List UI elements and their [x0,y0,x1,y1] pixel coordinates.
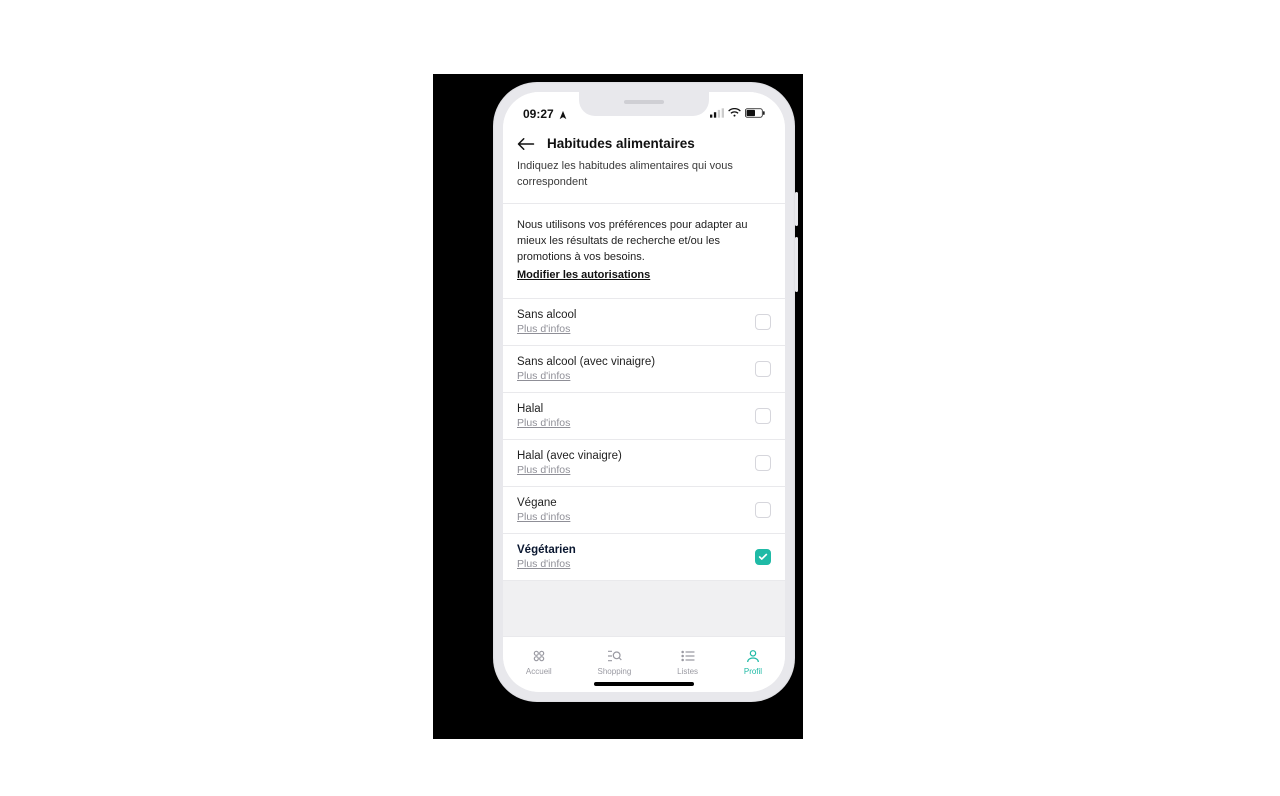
checkbox[interactable] [755,455,771,471]
wifi-icon [728,107,741,121]
tab-label: Profil [744,667,762,676]
more-info-link[interactable]: Plus d'infos [517,558,576,570]
option-label: Végane [517,497,570,509]
option-row-sans-alcool[interactable]: Sans alcool Plus d'infos [503,299,785,346]
option-label: Sans alcool (avec vinaigre) [517,356,655,368]
status-time: 09:27 [523,107,554,121]
edit-permissions-link[interactable]: Modifier les autorisations [517,268,650,284]
status-icons [710,107,765,121]
more-info-link[interactable]: Plus d'infos [517,323,576,335]
page-subtitle: Indiquez les habitudes alimentaires qui … [503,159,785,204]
home-icon [531,648,547,664]
option-row-vegane[interactable]: Végane Plus d'infos [503,487,785,534]
tab-profile[interactable]: Profil [744,648,762,676]
phone-shell: 09:27 Habitudes aliment [493,82,795,702]
more-info-link[interactable]: Plus d'infos [517,370,655,382]
checkbox-checked[interactable] [755,549,771,565]
checkbox[interactable] [755,314,771,330]
notch [579,92,709,116]
page-header: Habitudes alimentaires [503,126,785,159]
info-text: Nous utilisons vos préférences pour adap… [517,218,771,266]
search-list-icon [606,648,622,664]
tab-label: Listes [677,667,698,676]
home-indicator[interactable] [594,682,694,686]
option-row-halal-vinaigre[interactable]: Halal (avec vinaigre) Plus d'infos [503,440,785,487]
checkbox[interactable] [755,361,771,377]
tab-label: Accueil [526,667,552,676]
location-icon [558,109,568,119]
battery-icon [745,107,765,121]
option-row-vegetarien[interactable]: Végétarien Plus d'infos [503,534,785,581]
tab-shopping[interactable]: Shopping [598,648,632,676]
tab-home[interactable]: Accueil [526,648,552,676]
signal-icon [710,107,724,121]
options-list: Sans alcool Plus d'infos Sans alcool (av… [503,299,785,581]
info-block: Nous utilisons vos préférences pour adap… [503,204,785,299]
screen: 09:27 Habitudes aliment [503,92,785,692]
option-label: Halal (avec vinaigre) [517,450,622,462]
profile-icon [745,648,761,664]
list-icon [680,648,696,664]
option-label: Halal [517,403,570,415]
option-label: Sans alcool [517,309,576,321]
option-label: Végétarien [517,544,576,556]
tab-lists[interactable]: Listes [677,648,698,676]
option-row-halal[interactable]: Halal Plus d'infos [503,393,785,440]
checkbox[interactable] [755,408,771,424]
option-row-sans-alcool-vinaigre[interactable]: Sans alcool (avec vinaigre) Plus d'infos [503,346,785,393]
more-info-link[interactable]: Plus d'infos [517,464,622,476]
more-info-link[interactable]: Plus d'infos [517,511,570,523]
page-title: Habitudes alimentaires [547,136,695,151]
checkbox[interactable] [755,502,771,518]
back-arrow-icon[interactable] [517,137,535,151]
tab-label: Shopping [598,667,632,676]
content-gap [503,581,785,636]
more-info-link[interactable]: Plus d'infos [517,417,570,429]
